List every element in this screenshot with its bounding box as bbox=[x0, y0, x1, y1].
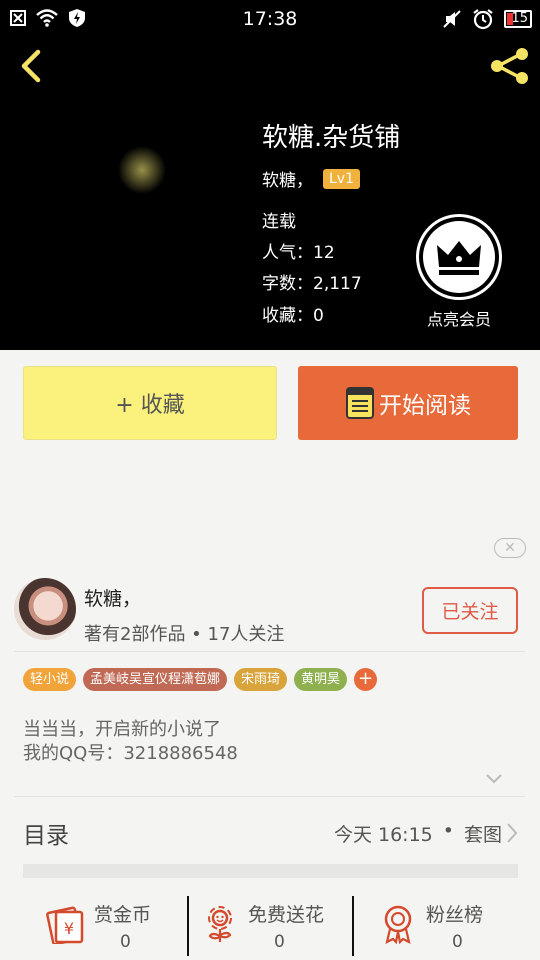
bottom-action-bar: ¥ 赏金币 0 免费送花 0 粉丝榜 0 bbox=[0, 896, 540, 960]
intro-line: 当当当，开启新的小说了 bbox=[23, 719, 221, 740]
book-author-line: 软糖， Lv1 bbox=[262, 166, 360, 191]
author-name[interactable]: 软糖， bbox=[84, 584, 141, 611]
start-reading-label: 开始阅读 bbox=[379, 393, 471, 419]
send-flower-button[interactable]: 免费送花 0 bbox=[200, 896, 350, 960]
toc-title: 目录 bbox=[23, 823, 69, 849]
divider bbox=[14, 651, 525, 652]
fan-ranking-button[interactable]: 粉丝榜 0 bbox=[378, 896, 528, 960]
reward-coin-value: 0 bbox=[120, 932, 131, 952]
crown-icon bbox=[437, 241, 481, 275]
toc-dot: • bbox=[442, 820, 454, 842]
reward-coin-label: 赏金币 bbox=[94, 904, 152, 926]
medal-icon bbox=[384, 905, 412, 944]
toc-meta: 今天 16:15 • 套图 bbox=[334, 820, 502, 847]
author-avatar[interactable] bbox=[14, 578, 76, 640]
favorite-button[interactable]: + 收藏 bbox=[23, 366, 277, 440]
send-flower-value: 0 bbox=[274, 932, 285, 952]
level-badge: Lv1 bbox=[323, 168, 360, 189]
toc-updated: 今天 16:15 bbox=[333, 824, 433, 846]
fan-ranking-value: 0 bbox=[452, 932, 463, 952]
tag-item[interactable]: 孟美岐吴宣仪程潇苞娜 bbox=[83, 668, 228, 691]
section-separator bbox=[23, 864, 518, 878]
divider bbox=[352, 896, 354, 956]
battery-icon: 15 bbox=[504, 10, 532, 28]
reward-coin-button[interactable]: ¥ 赏金币 0 bbox=[46, 896, 196, 960]
book-status: 连载 bbox=[262, 212, 296, 232]
expand-chevron-icon[interactable] bbox=[484, 772, 504, 786]
tag-item[interactable]: 宋雨琦 bbox=[234, 668, 288, 691]
book-favorites-count: 收藏：0 bbox=[262, 306, 324, 326]
status-bar: 17:38 15 bbox=[0, 0, 540, 38]
fan-ranking-label: 粉丝榜 bbox=[426, 904, 484, 926]
book-word-count: 字数：2,117 bbox=[262, 274, 362, 294]
book-icon bbox=[346, 387, 374, 419]
add-tag-button[interactable]: + bbox=[354, 668, 378, 691]
table-of-contents-row[interactable]: 目录 今天 16:15 • 套图 bbox=[23, 814, 518, 854]
share-icon[interactable] bbox=[488, 46, 532, 86]
book-cover-moon-icon bbox=[118, 146, 166, 194]
book-popularity: 人气：12 bbox=[262, 243, 335, 263]
svg-text:¥: ¥ bbox=[64, 919, 74, 938]
back-icon[interactable] bbox=[14, 44, 48, 88]
chevron-right-icon bbox=[507, 823, 518, 843]
book-author[interactable]: 软糖， bbox=[262, 166, 313, 191]
silent-icon bbox=[443, 10, 461, 28]
author-stats: 著有2部作品 • 17人关注 bbox=[84, 624, 285, 645]
send-flower-label: 免费送花 bbox=[248, 904, 325, 926]
tag-item[interactable]: 黄明昊 bbox=[294, 668, 348, 691]
close-ad-icon[interactable]: ✕ bbox=[494, 538, 526, 558]
flower-icon bbox=[208, 906, 232, 942]
book-intro: 当当当，开启新的小说了 我的QQ号：3218886548 bbox=[23, 718, 238, 766]
tag-item[interactable]: 轻小说 bbox=[23, 668, 77, 691]
start-reading-button[interactable]: 开始阅读 bbox=[298, 366, 518, 440]
vip-label: 点亮会员 bbox=[426, 310, 491, 329]
tag-list: 轻小说 孟美岐吴宣仪程潇苞娜 宋雨琦 黄明昊 + bbox=[23, 668, 378, 691]
alarm-icon bbox=[473, 9, 493, 30]
battery-level: 15 bbox=[511, 11, 528, 26]
vip-button[interactable]: 点亮会员 bbox=[416, 214, 502, 330]
divider bbox=[14, 796, 525, 797]
money-envelope-icon: ¥ bbox=[46, 906, 84, 944]
book-title: 软糖.杂货铺 bbox=[262, 123, 401, 153]
divider bbox=[187, 896, 189, 956]
book-header: 17:38 15 软糖.杂货铺 软糖， Lv1 连载 人气：12 字数：2,11… bbox=[0, 0, 540, 350]
intro-line: 我的QQ号：3218886548 bbox=[23, 743, 238, 764]
toc-extra: 套图 bbox=[463, 824, 502, 846]
follow-button[interactable]: 已关注 bbox=[422, 587, 518, 634]
